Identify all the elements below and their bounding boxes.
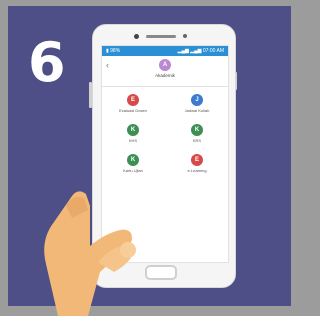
menu-item-label: Kartu Ujian (123, 168, 143, 173)
camera-icon (134, 34, 139, 39)
menu-item-avatar: K (191, 124, 203, 136)
speaker-grill (146, 35, 176, 38)
menu-item-evaluasi-dosen[interactable]: E Evaluasi Dosen (108, 94, 158, 120)
menu-item-label: e-Learning (187, 168, 207, 173)
page-title: Akademik (155, 73, 175, 78)
menu-item-avatar: E (191, 154, 203, 166)
app-bar: ‹ A Akademik (102, 56, 228, 87)
hand-illustration (44, 191, 136, 316)
step-number: 6 (28, 31, 66, 94)
menu-item-krs[interactable]: K KRS (172, 124, 222, 150)
menu-item-label: KHS (128, 138, 138, 143)
back-arrow-icon[interactable]: ‹ (106, 60, 109, 70)
menu-item-label: Jadwal Kuliah (184, 108, 210, 113)
menu-item-e-learning[interactable]: E e-Learning (172, 154, 222, 180)
menu-item-avatar: K (127, 154, 139, 166)
signal-clock: ▂▄▆ ▂▄▆ 07:00 AM (177, 48, 224, 54)
menu-item-avatar: E (127, 94, 139, 106)
menu-item-avatar: J (191, 94, 203, 106)
menu-item-avatar: K (127, 124, 139, 136)
status-bar: ▮ 98% ▂▄▆ ▂▄▆ 07:00 AM (102, 46, 228, 56)
battery-status: ▮ 98% (106, 48, 121, 54)
thumb-tip (120, 242, 136, 258)
menu-item-jadwal-kuliah[interactable]: J Jadwal Kuliah (172, 94, 222, 120)
menu-item-label: KRS (192, 138, 202, 143)
akademik-avatar: A (159, 59, 171, 71)
sensor-icon (183, 34, 187, 38)
menu-item-label: Evaluasi Dosen (119, 108, 147, 113)
menu-item-khs[interactable]: K KHS (108, 124, 158, 150)
